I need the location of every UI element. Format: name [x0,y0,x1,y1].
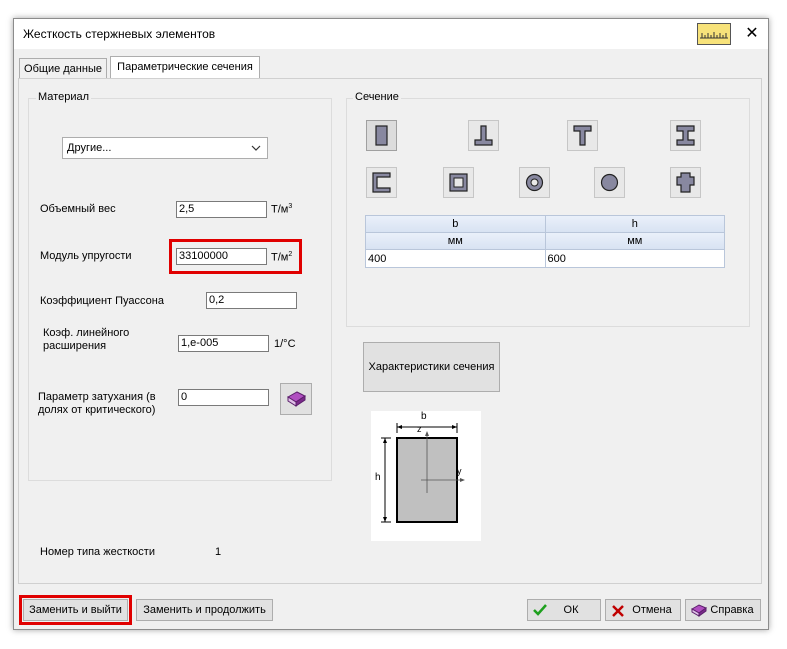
inverted-t-section-icon [573,125,592,146]
material-dropdown-value: Другие... [67,142,112,154]
i-beam-icon [676,125,695,146]
material-dropdown[interactable]: Другие... [62,137,268,159]
unit-b: мм [365,232,546,250]
dialog-window: Жесткость стержневых элементов ✕ Общие д… [13,18,769,630]
section-i-beam-button[interactable] [670,120,701,151]
value-b-cell[interactable]: 400 [365,249,546,268]
close-icon[interactable]: ✕ [736,19,768,49]
cancel-button[interactable]: Отмена [605,599,681,621]
section-cross-button[interactable] [670,167,701,198]
cross-section-icon [676,172,695,193]
section-group-label: Сечение [353,91,401,103]
replace-exit-button[interactable]: Заменить и выйти [23,599,128,621]
box-section-icon [449,173,468,192]
chevron-down-icon [251,145,261,151]
diagram-y-label: y [457,466,462,476]
stiffness-type-label: Номер типа жесткости [40,546,155,558]
thermal-label-line1: Коэф. линейного [43,327,130,339]
window-title: Жесткость стержневых элементов [23,27,216,41]
cancel-x-icon [612,605,624,617]
volume-weight-unit: Т/м3 [271,203,293,216]
cancel-label: Отмена [632,604,672,616]
volume-weight-label: Объемный вес [40,203,116,215]
tab-label: Параметрические сечения [117,61,253,73]
section-properties-button[interactable]: Характеристики сечения [363,342,500,392]
section-inverted-t-button[interactable] [567,120,598,151]
help-button[interactable]: Справка [685,599,761,621]
section-rectangle-button[interactable] [366,120,397,151]
thermal-unit: 1/°C [274,338,296,350]
ruler-icon[interactable] [697,23,731,45]
modulus-unit: Т/м2 [271,251,293,264]
table-row: 400 600 [365,249,725,268]
section-diagram: b h z y [371,411,481,541]
title-bar: Жесткость стержневых элементов ✕ [14,19,768,49]
unit-h: мм [544,232,725,250]
table-header-row: b h [365,215,725,233]
header-b: b [365,215,546,233]
damping-label-line2: долях от критического) [38,404,156,416]
tab-parametric-sections[interactable]: Параметрические сечения [110,56,260,79]
section-circle-button[interactable] [594,167,625,198]
ring-icon [525,173,544,192]
channel-icon [372,172,391,193]
help-label: Справка [710,604,754,616]
section-t-button[interactable] [468,120,499,151]
tab-general-data[interactable]: Общие данные [19,58,107,78]
ok-button[interactable]: ОК [527,599,601,621]
replace-continue-button[interactable]: Заменить и продолжить [136,599,273,621]
damping-label-line1: Параметр затухания (в [38,391,156,403]
tab-label: Общие данные [24,63,102,75]
modulus-label: Модуль упругости [40,250,132,262]
section-ring-button[interactable] [519,167,550,198]
t-section-icon [474,125,493,146]
modulus-input[interactable]: 33100000 [176,248,267,265]
poisson-input[interactable]: 0,2 [206,292,297,309]
section-dimensions-table: b h мм мм 400 600 [365,215,725,268]
stiffness-type-value: 1 [215,546,222,558]
checkmark-icon [533,604,547,616]
diagram-b-label: b [421,411,427,422]
circle-icon [600,173,619,192]
damping-input[interactable]: 0 [178,389,269,406]
section-box-button[interactable] [443,167,474,198]
volume-weight-input[interactable]: 2,5 [176,201,267,218]
value-h-cell[interactable]: 600 [544,249,725,268]
book-icon [690,604,708,617]
damping-book-button[interactable] [280,383,312,415]
diagram-h-label: h [375,472,381,483]
table-units-row: мм мм [365,232,725,250]
thermal-input[interactable]: 1,e-005 [178,335,269,352]
material-group-label: Материал [36,91,91,103]
rectangle-icon [375,125,388,146]
diagram-z-label: z [417,424,422,434]
poisson-label: Коэффициент Пуассона [40,295,164,307]
header-h: h [544,215,725,233]
thermal-label-line2: расширения [43,340,107,352]
section-channel-button[interactable] [366,167,397,198]
ok-label: ОК [563,604,579,616]
book-icon [287,391,306,407]
